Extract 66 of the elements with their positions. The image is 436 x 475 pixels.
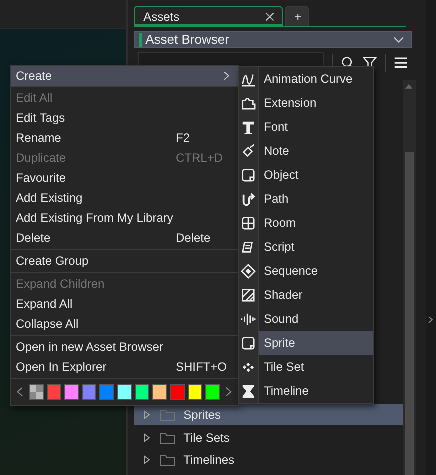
menu-item[interactable]: Favourite	[11, 168, 238, 188]
color-swatch[interactable]	[64, 384, 79, 400]
grid-icon	[241, 216, 256, 230]
menu-item[interactable]: Script	[259, 235, 373, 259]
brush-icon	[241, 144, 256, 158]
puzzle-icon	[241, 96, 256, 110]
menu-item[interactable]: Timeline	[259, 379, 373, 403]
menu-item[interactable]: Delete Delete	[11, 228, 238, 248]
menu-item[interactable]: Shader	[259, 283, 373, 307]
diamond-icon	[241, 264, 256, 278]
menu-item[interactable]: Rename F2	[11, 128, 238, 148]
expand-arrow-icon	[142, 410, 152, 420]
color-swatch[interactable]	[152, 384, 168, 400]
hatched-square-icon	[241, 288, 256, 302]
tree-item[interactable]: Sprites	[134, 404, 403, 425]
color-swatch[interactable]	[188, 384, 202, 400]
color-swatch[interactable]	[134, 384, 150, 400]
tree-item[interactable]: Tile Sets	[134, 427, 403, 448]
menu-item[interactable]: Edit Tags	[11, 108, 238, 128]
menu-item[interactable]: Object	[259, 163, 373, 187]
color-swatch[interactable]	[170, 384, 185, 400]
asset-browser-dropdown[interactable]: Asset Browser	[134, 31, 412, 48]
tab[interactable]: +	[284, 6, 309, 26]
expand-arrow-icon	[142, 454, 152, 464]
chevron-right-icon	[222, 71, 232, 81]
menu-item[interactable]: Animation Curve	[259, 67, 373, 91]
color-swatch[interactable]	[205, 384, 220, 400]
expand-arrow-icon	[142, 432, 152, 442]
scrollbar[interactable]	[402, 80, 416, 475]
menu-item[interactable]: Sprite	[259, 331, 373, 355]
menu-item[interactable]: Path	[259, 187, 373, 211]
scroll-up-icon	[404, 82, 414, 92]
menu-item[interactable]: Tile Set	[259, 355, 373, 379]
tree-item[interactable]: Timelines	[134, 449, 403, 470]
menu-item[interactable]: Add Existing From My Library	[11, 208, 238, 228]
chevron-right-icon[interactable]	[223, 386, 234, 398]
menu-item[interactable]: Collapse All	[11, 314, 238, 334]
color-swatch[interactable]	[117, 384, 132, 400]
menu-item[interactable]: Open in new Asset Browser	[11, 337, 238, 357]
close-icon[interactable]	[264, 10, 276, 22]
menu-item[interactable]: Create Group	[11, 251, 238, 271]
hourglass-icon	[241, 384, 256, 398]
menu-icon[interactable]	[394, 56, 408, 70]
color-swatch[interactable]	[46, 384, 62, 400]
menu-item[interactable]: Extension	[259, 91, 373, 115]
text-icon	[241, 120, 256, 134]
tab[interactable]: Assets	[134, 6, 283, 26]
square-icon	[241, 168, 256, 182]
no-color-swatch[interactable]	[28, 384, 44, 400]
sound-wave-icon	[241, 312, 256, 326]
menu-item[interactable]: Room	[259, 211, 373, 235]
chevron-right-icon	[426, 316, 435, 324]
menu-item[interactable]: Open In Explorer SHIFT+O	[11, 357, 238, 377]
menu-item[interactable]: Sequence	[259, 259, 373, 283]
menu-item[interactable]: Font	[259, 115, 373, 139]
menu-item[interactable]: Create	[11, 66, 238, 86]
color-swatch[interactable]	[99, 384, 114, 400]
color-swatch[interactable]	[82, 384, 96, 400]
menu-item[interactable]: Sound	[259, 307, 373, 331]
menu-item[interactable]: Expand All	[11, 294, 238, 314]
path-icon	[241, 192, 256, 206]
curve-icon	[241, 72, 256, 86]
menu-item[interactable]: Add Existing	[11, 188, 238, 208]
scroll-icon	[241, 240, 256, 254]
menu-item[interactable]: Note	[259, 139, 373, 163]
square-icon	[241, 336, 256, 350]
